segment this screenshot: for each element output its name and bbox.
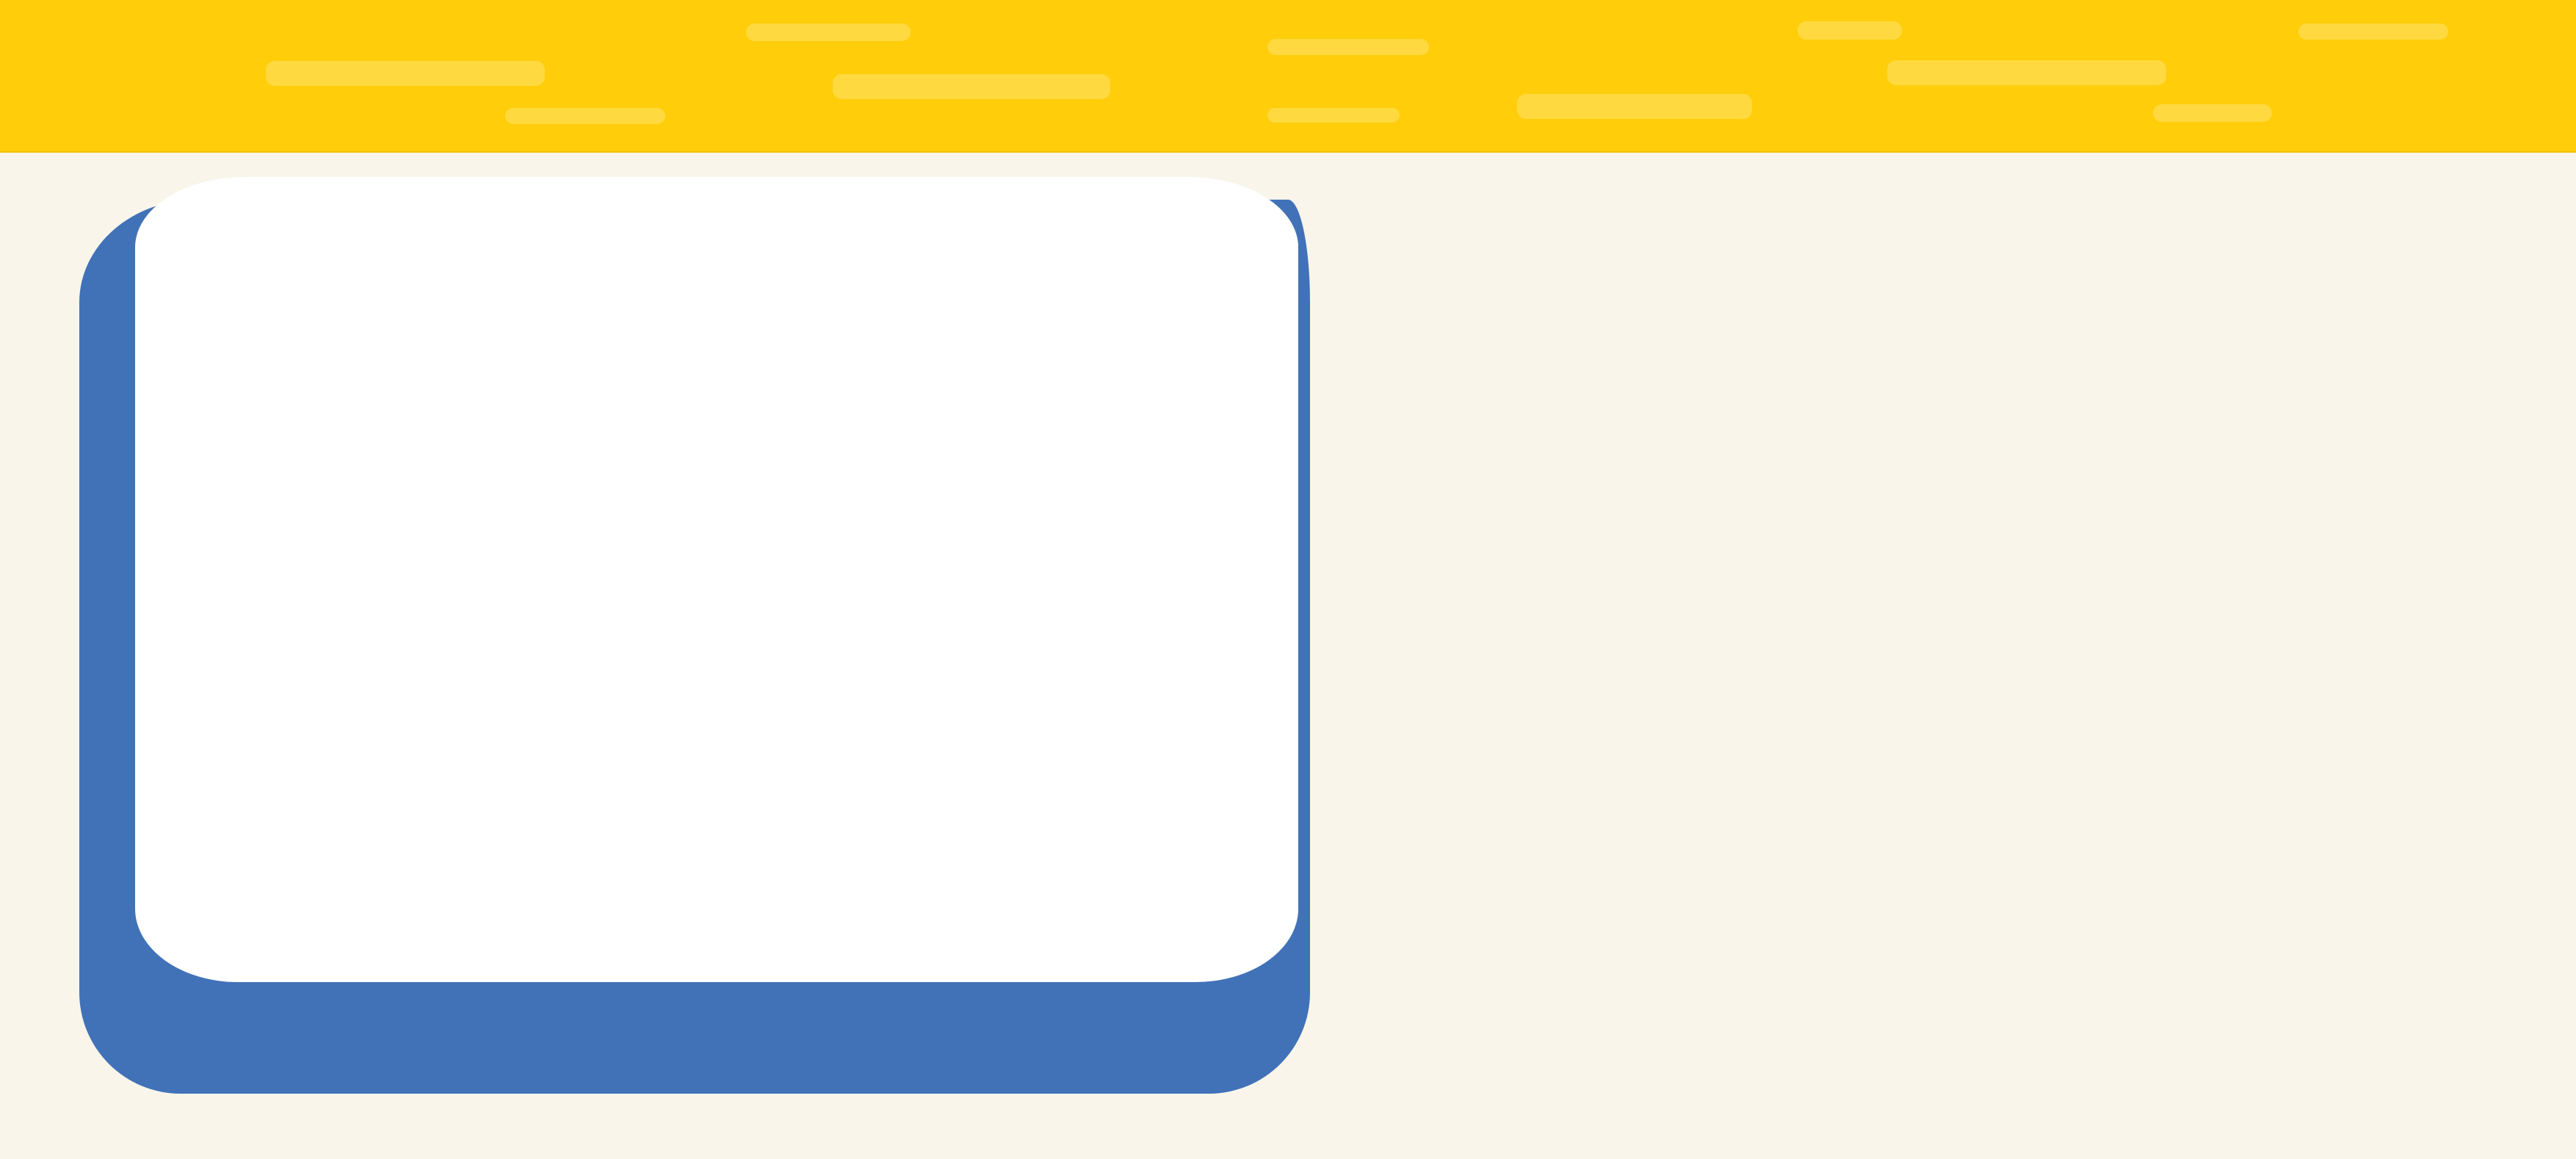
- banner-streak: [1517, 94, 1752, 119]
- banner-streak: [746, 23, 911, 41]
- banner-streak: [1887, 60, 2166, 85]
- banner-streak: [505, 108, 665, 124]
- banner-streak: [1267, 39, 1429, 55]
- banner-streak: [1267, 108, 1400, 123]
- banner-streak: [1798, 21, 1902, 40]
- banner-streak: [2298, 23, 2448, 40]
- banner-streak: [266, 61, 545, 86]
- blank-card: [135, 177, 1298, 982]
- top-banner: [0, 0, 2576, 153]
- banner-streak: [833, 74, 1110, 99]
- banner-streak: [2153, 104, 2272, 122]
